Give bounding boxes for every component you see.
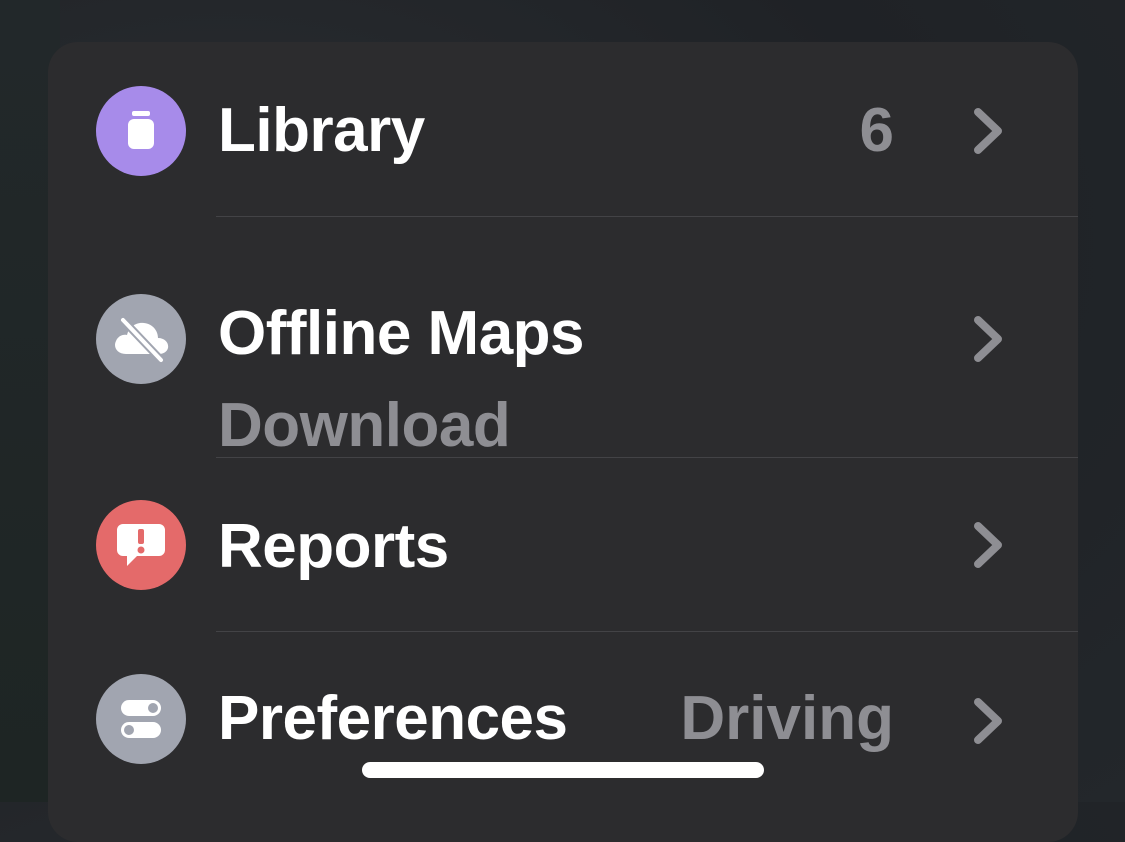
preferences-value: Driving bbox=[680, 684, 894, 753]
offline-maps-title: Offline Maps bbox=[218, 299, 585, 368]
reports-title: Reports bbox=[218, 512, 449, 581]
menu-item-library[interactable]: Library 6 bbox=[48, 42, 1078, 216]
report-alert-icon bbox=[96, 500, 186, 590]
chevron-right-icon bbox=[974, 108, 1002, 154]
chevron-right-icon bbox=[974, 698, 1002, 744]
cloud-off-icon bbox=[96, 294, 186, 384]
library-icon bbox=[96, 86, 186, 176]
preferences-title: Preferences bbox=[218, 684, 568, 753]
chevron-right-icon bbox=[974, 522, 1002, 568]
library-title: Library bbox=[218, 96, 425, 165]
offline-maps-subtitle: Download bbox=[218, 391, 511, 460]
home-indicator[interactable] bbox=[362, 762, 764, 778]
toggles-icon bbox=[96, 674, 186, 764]
chevron-right-icon bbox=[974, 316, 1002, 362]
menu-item-offline-maps[interactable]: Offline Maps Download bbox=[48, 217, 1078, 457]
menu-card: Library 6 Offline Maps Download Reports … bbox=[48, 42, 1078, 842]
library-count: 6 bbox=[859, 96, 894, 165]
menu-item-reports[interactable]: Reports bbox=[48, 458, 1078, 631]
